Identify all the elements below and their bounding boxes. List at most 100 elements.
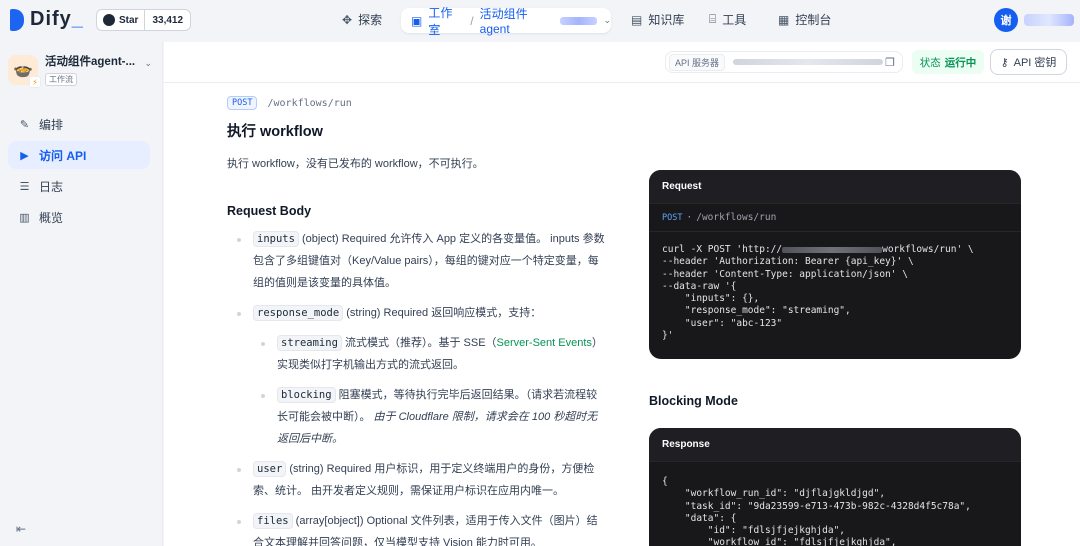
param-desc: (string) Required 返回响应模式，支持： <box>343 307 542 319</box>
api-key-button[interactable]: ⚷ API 密钥 <box>990 49 1067 75</box>
request-panel-endpoint: POST · /workflows/run <box>649 204 1021 232</box>
github-star-badge[interactable]: Star 33,412 <box>96 9 192 31</box>
param-name: user <box>253 461 287 477</box>
param-name: blocking <box>277 387 336 403</box>
logo-dot: _ <box>71 8 84 30</box>
param-files: files (array[object]) Optional 文件列表，适用于传… <box>237 510 607 546</box>
sidebar-item-label: 访问 API <box>39 148 87 163</box>
collapse-sidebar-icon[interactable]: ⇤ <box>16 522 26 536</box>
edit-icon: ✎ <box>19 118 30 131</box>
star-label: Star <box>119 14 139 26</box>
request-panel-title: Request <box>649 170 1021 204</box>
sidebar-item-logs[interactable]: ☰ 日志 <box>8 172 150 200</box>
param-name: inputs <box>253 231 299 247</box>
compass-icon: ✥ <box>342 12 353 27</box>
console-icon: ▦ <box>778 12 790 27</box>
separator-dot: · <box>686 212 693 223</box>
sidebar-item-label: 概览 <box>39 210 64 225</box>
sidebar-item-api-access[interactable]: ▶ 访问 API <box>8 141 150 169</box>
app-icon: 🍲 ⚡ <box>8 55 41 88</box>
status-label: 状态 <box>919 56 941 69</box>
nav-explore[interactable]: ✥ 探索 <box>342 11 382 28</box>
code-line: workflows/run' \ <box>882 244 974 255</box>
api-key-label: API 密钥 <box>1013 57 1057 69</box>
avatar[interactable]: 谢 <box>994 8 1018 32</box>
response-code-panel: Response { "workflow_run_id": "djflajgkl… <box>649 428 1021 546</box>
nav-studio[interactable]: ▣ 工作室 / 活动组件agent ⌄ <box>401 5 611 37</box>
param-desc: (string) Required 用户标识，用于定义终端用户的身份，方便检索、… <box>253 463 595 497</box>
workflow-icon: ⚡ <box>29 76 41 88</box>
request-body-title: Request Body <box>227 204 312 218</box>
redacted-api-url <box>733 59 884 65</box>
nav-console[interactable]: ▦ 控制台 <box>778 11 831 28</box>
key-icon: ⚷ <box>1000 56 1009 69</box>
sse-link[interactable]: Server-Sent Events <box>497 337 592 349</box>
app-type-badge: 工作流 <box>45 73 77 86</box>
sidebar-item-label: 日志 <box>39 179 64 194</box>
nav-knowledge-label: 知识库 <box>648 13 685 27</box>
main-content: API 服务器 ❐ 状态 运行中 ⚷ API 密钥 POST /workflow… <box>164 42 1080 546</box>
sidebar-item-label: 编排 <box>39 117 64 132</box>
log-icon: ☰ <box>19 180 30 193</box>
param-desc: (object) Required 允许传入 App 定义的各变量值。 inpu… <box>253 233 605 289</box>
nav-knowledge[interactable]: ▤ 知识库 <box>631 11 684 28</box>
chart-icon: ▥ <box>19 211 30 224</box>
status-badge: 状态 运行中 <box>912 50 984 74</box>
api-documentation: POST /workflows/run 执行 workflow 执行 workf… <box>227 96 607 546</box>
code-line: curl -X POST 'http:// <box>662 244 783 255</box>
book-icon: ▤ <box>631 12 643 27</box>
redacted-user-name[interactable] <box>1024 14 1074 26</box>
status-value: 运行中 <box>944 56 977 69</box>
param-name: files <box>253 513 293 529</box>
param-inputs: inputs (object) Required 允许传入 App 定义的各变量… <box>237 228 607 294</box>
blocking-mode-title: Blocking Mode <box>649 394 738 408</box>
response-code[interactable]: { "workflow_run_id": "djflajgkldjgd", "t… <box>649 462 1021 546</box>
method-tag: POST <box>662 212 683 223</box>
param-name: response_mode <box>253 305 344 321</box>
redacted-app-suffix <box>559 16 598 25</box>
request-code-panel: Request POST · /workflows/run curl -X PO… <box>649 170 1021 359</box>
app-name: 活动组件agent-... <box>45 56 136 68</box>
nav-tools-label: 工具 <box>722 13 747 27</box>
redacted-host <box>782 246 883 253</box>
copy-icon[interactable]: ❐ <box>885 56 895 69</box>
param-response-mode: response_mode (string) Required 返回响应模式，支… <box>237 302 607 324</box>
code-body: --header 'Authorization: Bearer {api_key… <box>662 256 914 342</box>
request-code[interactable]: curl -X POST 'http:// workflows/run' \ --… <box>649 232 1021 354</box>
studio-icon: ▣ <box>411 13 423 28</box>
endpoint-path: /workflows/run <box>696 212 777 223</box>
endpoint-title: 执行 workflow <box>227 124 323 140</box>
nav-console-label: 控制台 <box>795 13 832 27</box>
dify-logo-mark <box>10 8 24 31</box>
dify-logo[interactable]: Dify _ <box>10 8 84 31</box>
param-blocking: blocking 阻塞模式，等待执行完毕后返回结果。（请求若流程较长可能会被中断… <box>261 384 607 450</box>
chevron-down-icon[interactable]: ⌄ <box>603 15 611 26</box>
api-server-field: API 服务器 ❐ <box>665 51 903 73</box>
terminal-icon: ▶ <box>20 149 29 162</box>
param-desc: (array[object]) Optional 文件列表，适用于传入文件（图片… <box>253 515 598 546</box>
nav-studio-label: 工作室 <box>428 5 453 37</box>
param-name: streaming <box>277 335 342 351</box>
nav-tools[interactable]: ⌸ 工具 <box>709 11 746 28</box>
nav-explore-label: 探索 <box>358 13 383 27</box>
github-icon <box>103 14 115 26</box>
sidebar-item-orchestrate[interactable]: ✎ 编排 <box>8 110 150 138</box>
sidebar-item-overview[interactable]: ▥ 概览 <box>8 203 150 231</box>
api-server-tag: API 服务器 <box>669 53 726 71</box>
param-desc: 流式模式（推荐）。基于 SSE（ <box>341 337 497 349</box>
top-navigation: Dify _ Star 33,412 ✥ 探索 ▣ 工作室 / 活动组件agent… <box>0 0 1080 42</box>
param-list: inputs (object) Required 允许传入 App 定义的各变量… <box>237 228 607 546</box>
chevron-down-icon[interactable]: ⌄ <box>144 58 152 69</box>
param-user: user (string) Required 用户标识，用于定义终端用户的身份，… <box>237 458 607 502</box>
star-count: 33,412 <box>152 14 184 26</box>
logo-text: Dify <box>30 8 72 30</box>
param-streaming: streaming 流式模式（推荐）。基于 SSE（Server-Sent Ev… <box>261 332 607 376</box>
method-tag: POST <box>227 96 258 110</box>
breadcrumb-separator: / <box>470 13 474 28</box>
app-selector[interactable]: 🍲 ⚡ 活动组件agent-... 工作流 ⌄ <box>8 52 156 88</box>
toolbox-icon: ⌸ <box>709 12 717 26</box>
sidebar: 🍲 ⚡ 活动组件agent-... 工作流 ⌄ ✎ 编排 ▶ 访问 API ☰ … <box>0 42 163 546</box>
breadcrumb-app-name[interactable]: 活动组件agent <box>480 5 558 36</box>
api-header: API 服务器 ❐ 状态 运行中 ⚷ API 密钥 <box>164 42 1080 83</box>
response-panel-title: Response <box>649 428 1021 462</box>
